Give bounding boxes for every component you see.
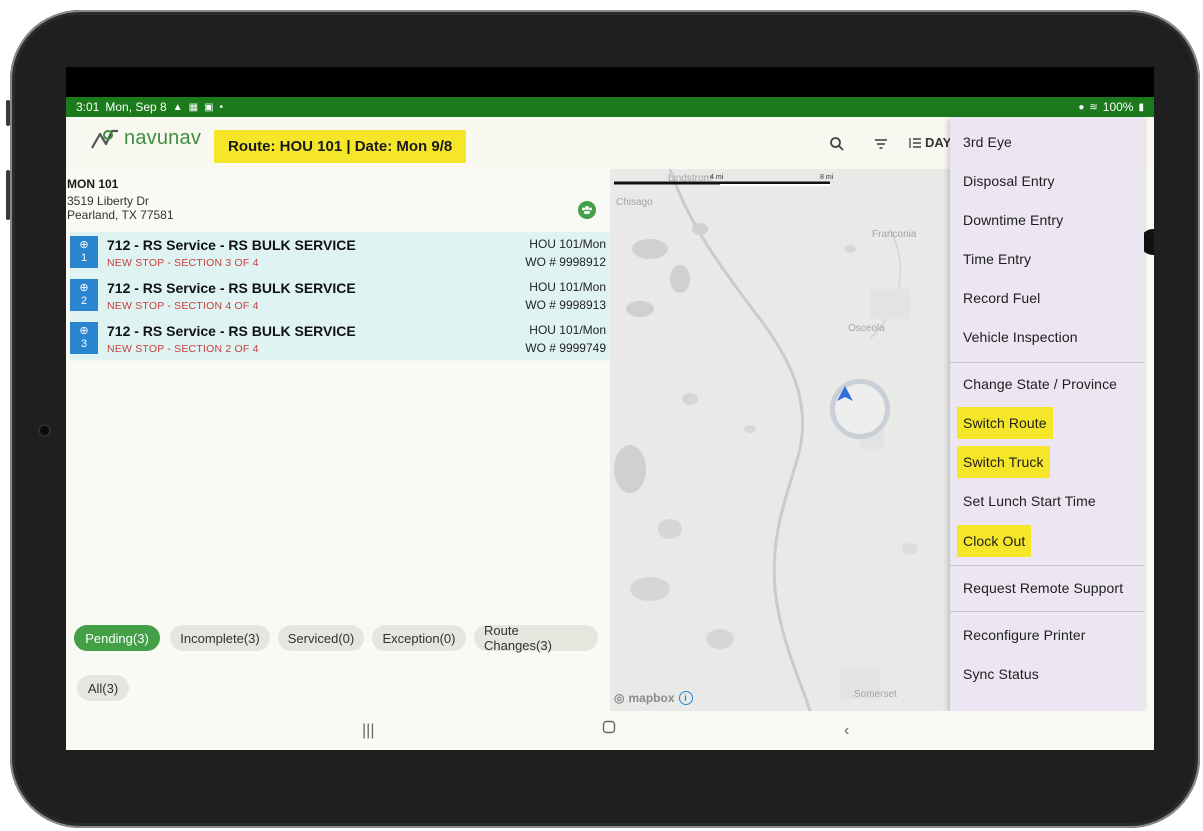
logo: navunav xyxy=(90,127,201,150)
battery-level: 100% xyxy=(1102,100,1134,114)
route-banner[interactable]: Route: HOU 101 | Date: Mon 9/8 xyxy=(214,130,467,163)
add-circle-icon: ⊕ xyxy=(79,282,89,294)
filter-icon[interactable] xyxy=(870,133,892,155)
battery-icon: ▮ xyxy=(1138,101,1144,113)
stop-work-order: WO # 9998913 xyxy=(525,298,606,312)
stop-subtitle: NEW STOP - SECTION 2 OF 4 xyxy=(107,343,259,355)
add-circle-icon: ⊕ xyxy=(79,239,89,251)
stop-number-badge: ⊕ 1 xyxy=(70,236,98,268)
stop-subtitle: NEW STOP - SECTION 3 OF 4 xyxy=(107,257,259,269)
power-button xyxy=(6,170,10,220)
filter-exception[interactable]: Exception(0) xyxy=(372,625,466,651)
logo-mark-icon xyxy=(91,129,118,149)
tablet-screen: 3:01 Mon, Sep 8 ▲ ▦ ▣ • ● ≋ 100% ▮ navun… xyxy=(66,67,1154,750)
map-label-somerset: Somerset xyxy=(854,689,897,700)
menu-item-switch-route[interactable]: Switch Route xyxy=(950,404,1144,442)
overflow-menu: 3rd Eye Disposal Entry Downtime Entry Ti… xyxy=(950,117,1144,711)
view-toggle[interactable]: DAY xyxy=(908,135,951,150)
stop-title: 712 - RS Service - RS BULK SERVICE xyxy=(107,323,356,339)
stop-row[interactable]: ⊕ 3 712 - RS Service - RS BULK SERVICE NE… xyxy=(70,318,610,361)
stop-number-badge: ⊕ 3 xyxy=(70,322,98,354)
menu-item-change-state[interactable]: Change State / Province xyxy=(950,365,1144,403)
menu-item-clock-out[interactable]: Clock Out xyxy=(950,522,1144,560)
status-date: Mon, Sep 8 xyxy=(105,100,167,114)
front-camera xyxy=(40,426,49,435)
menu-item-reconfigure-printer[interactable]: Reconfigure Printer xyxy=(950,616,1144,654)
menu-item-3rd-eye[interactable]: 3rd Eye xyxy=(950,123,1144,161)
status-time: 3:01 xyxy=(76,100,100,114)
map-label-franconia: Franconia xyxy=(872,229,917,240)
menu-item-disposal-entry[interactable]: Disposal Entry xyxy=(950,162,1144,200)
filter-pending[interactable]: Pending(3) xyxy=(74,625,160,651)
wifi-icon: ≋ xyxy=(1089,101,1098,113)
filter-incomplete[interactable]: Incomplete(3) xyxy=(170,625,270,651)
info-icon[interactable]: i xyxy=(678,691,693,705)
location-icon: ● xyxy=(1078,101,1085,113)
map-scale-left: 4 mi xyxy=(710,174,724,181)
stop-number-badge: ⊕ 2 xyxy=(70,279,98,311)
menu-item-switch-truck[interactable]: Switch Truck xyxy=(950,443,1144,481)
menu-divider xyxy=(950,565,1144,566)
stop-title: 712 - RS Service - RS BULK SERVICE xyxy=(107,280,356,296)
stop-list: ⊕ 1 712 - RS Service - RS BULK SERVICE NE… xyxy=(70,232,610,361)
back-icon[interactable]: ‹ xyxy=(844,722,849,740)
image-icon: ▣ xyxy=(204,101,214,113)
status-bar: 3:01 Mon, Sep 8 ▲ ▦ ▣ • ● ≋ 100% ▮ xyxy=(66,97,1154,117)
stop-row[interactable]: ⊕ 2 712 - RS Service - RS BULK SERVICE NE… xyxy=(70,275,610,318)
stop-route: HOU 101/Mon xyxy=(529,280,606,294)
stop-title: 712 - RS Service - RS BULK SERVICE xyxy=(107,237,356,253)
stop-work-order: WO # 9998912 xyxy=(525,255,606,269)
location-address-2: Pearland, TX 77581 xyxy=(67,208,174,222)
filter-route-changes[interactable]: Route Changes(3) xyxy=(474,623,598,653)
menu-item-downtime-entry[interactable]: Downtime Entry xyxy=(950,201,1144,239)
mapbox-logo-icon: ◎ xyxy=(614,691,625,705)
view-label: DAY xyxy=(925,135,952,150)
dot-icon: • xyxy=(219,101,224,113)
menu-item-request-remote-support[interactable]: Request Remote Support xyxy=(950,569,1144,607)
home-icon[interactable] xyxy=(602,720,616,739)
menu-divider xyxy=(950,362,1144,363)
volume-button xyxy=(6,100,10,126)
notification-icon: ▦ xyxy=(188,101,199,113)
stop-list-pane: MON 101 3519 Liberty Dr Pearland, TX 775… xyxy=(66,169,610,711)
current-location-puck[interactable] xyxy=(830,379,890,439)
map-scale-right: 8 mi xyxy=(820,174,834,181)
map-label-chisago: Chisago xyxy=(616,197,653,208)
navigation-icon: ▲ xyxy=(172,101,183,113)
stop-row[interactable]: ⊕ 1 712 - RS Service - RS BULK SERVICE NE… xyxy=(70,232,610,275)
menu-item-time-entry[interactable]: Time Entry xyxy=(950,240,1144,278)
stop-route: HOU 101/Mon xyxy=(529,323,606,337)
stop-route: HOU 101/Mon xyxy=(529,237,606,251)
map-label-osceola: Osceola xyxy=(848,323,885,334)
map-label-lindstrom: Lindstrom xyxy=(668,173,712,184)
add-circle-icon: ⊕ xyxy=(79,325,89,337)
search-icon[interactable] xyxy=(826,133,848,155)
recent-apps-icon[interactable]: ||| xyxy=(362,722,374,740)
location-address-1: 3519 Liberty Dr xyxy=(67,194,150,208)
navigation-arrow-icon xyxy=(837,386,853,401)
group-icon[interactable] xyxy=(578,201,596,219)
menu-item-vehicle-inspection[interactable]: Vehicle Inspection xyxy=(950,318,1144,356)
filter-serviced[interactable]: Serviced(0) xyxy=(278,625,364,651)
system-nav-bar: ||| ‹ xyxy=(66,711,1154,750)
menu-item-set-lunch-start[interactable]: Set Lunch Start Time xyxy=(950,482,1144,520)
menu-item-record-fuel[interactable]: Record Fuel xyxy=(950,279,1144,317)
mapbox-attribution[interactable]: ◎ mapbox i xyxy=(614,691,693,705)
logo-text: navunav xyxy=(124,127,202,149)
stop-subtitle: NEW STOP - SECTION 4 OF 4 xyxy=(107,300,259,312)
location-title: MON 101 xyxy=(67,177,119,191)
menu-divider xyxy=(950,611,1144,612)
list-icon xyxy=(909,137,921,148)
filter-all[interactable]: All(3) xyxy=(77,675,129,701)
stop-work-order: WO # 9999749 xyxy=(525,341,606,355)
menu-item-sync-status[interactable]: Sync Status xyxy=(950,655,1144,693)
